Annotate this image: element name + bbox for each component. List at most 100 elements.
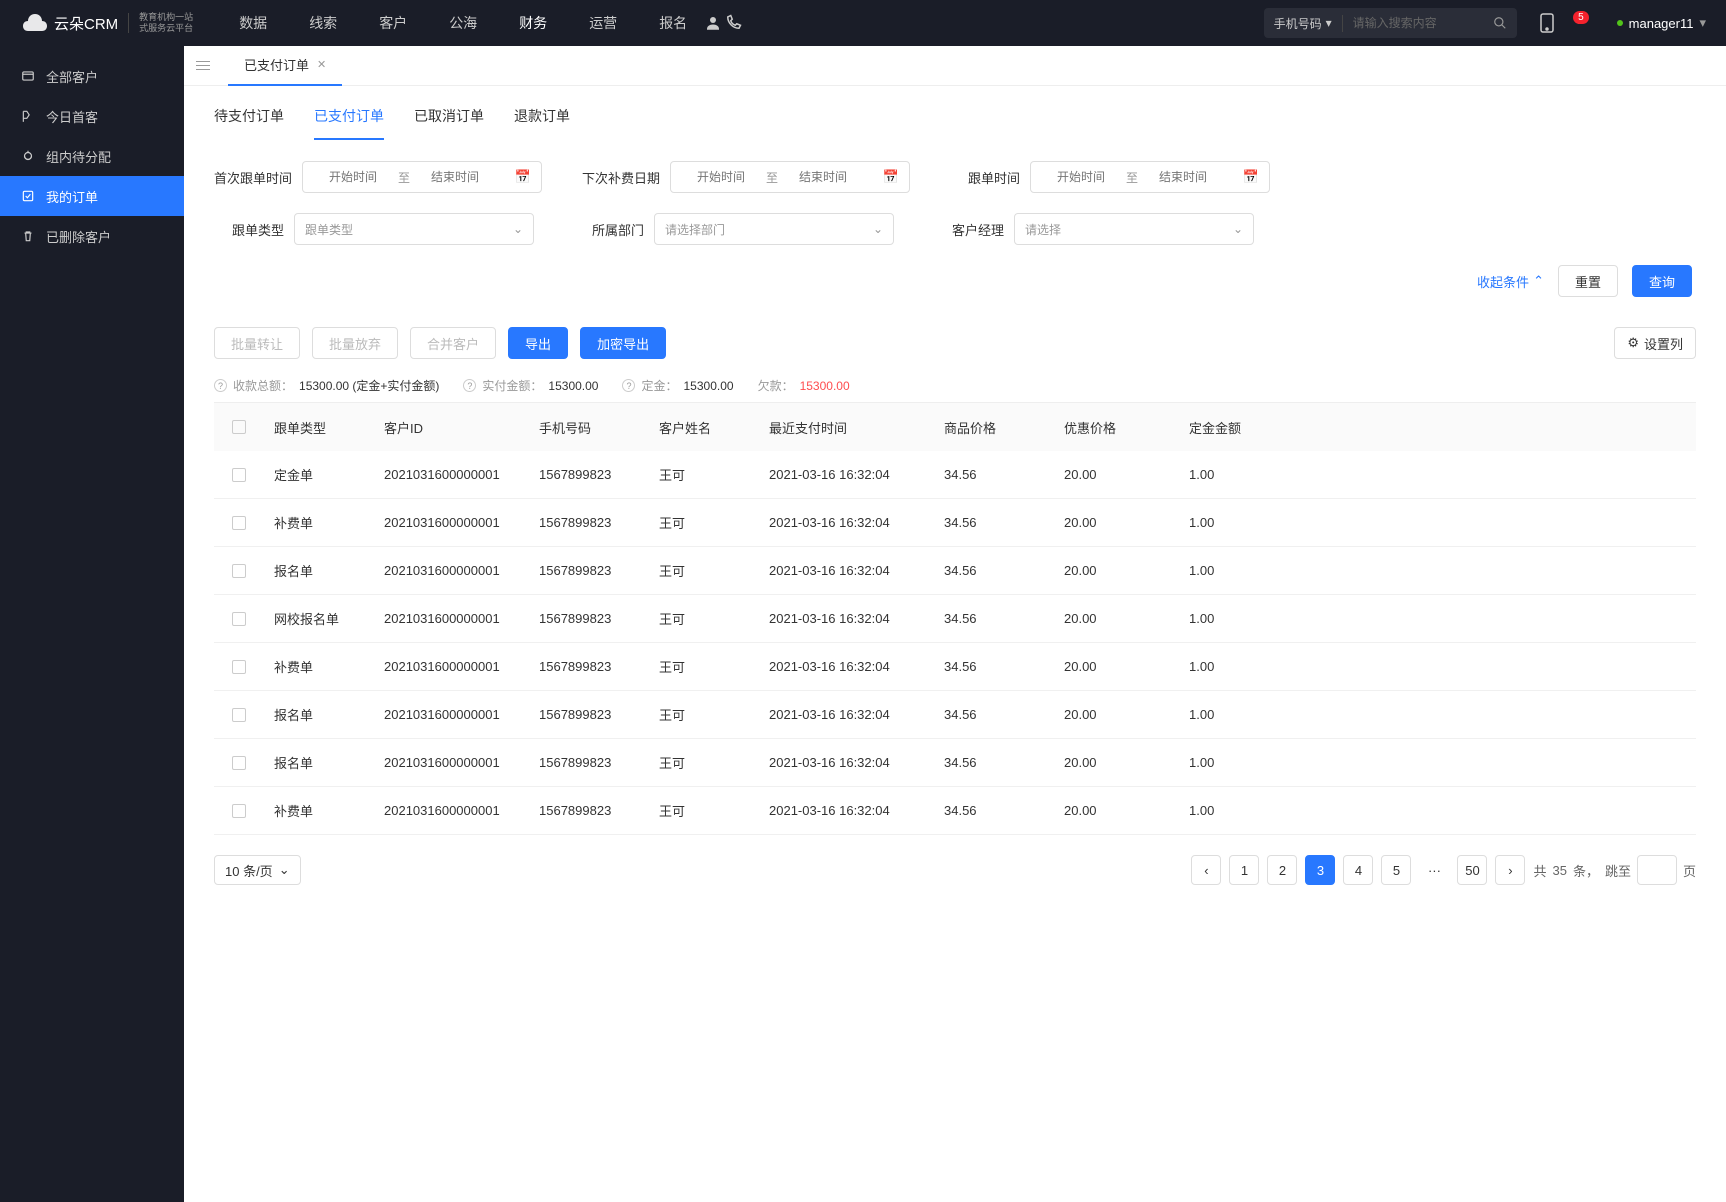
end-date-input[interactable] <box>415 170 495 184</box>
row-checkbox[interactable] <box>232 516 246 530</box>
page-button-3[interactable]: 3 <box>1305 855 1335 885</box>
mobile-icon[interactable] <box>1537 13 1557 33</box>
table-row[interactable]: 报名单20210316000000011567899823王可2021-03-1… <box>214 547 1696 595</box>
sidebar-item-3[interactable]: 我的订单 <box>0 176 184 216</box>
sub-tab-0[interactable]: 待支付订单 <box>214 106 284 140</box>
cell-price: 34.56 <box>944 803 1064 818</box>
collapse-filters-link[interactable]: 收起条件⌃ <box>1477 272 1544 291</box>
cell-price: 34.56 <box>944 755 1064 770</box>
sub-tab-3[interactable]: 退款订单 <box>514 106 570 140</box>
cell-time: 2021-03-16 16:32:04 <box>769 659 944 674</box>
row-checkbox[interactable] <box>232 660 246 674</box>
chevron-down-icon: ⌄ <box>873 222 883 236</box>
start-date-input[interactable] <box>1041 170 1121 184</box>
col-phone: 手机号码 <box>539 418 659 437</box>
sidebar-item-1[interactable]: 今日首客 <box>0 96 184 136</box>
start-date-input[interactable] <box>681 170 761 184</box>
nav-item-3[interactable]: 公海 <box>433 0 493 46</box>
search-type-select[interactable]: 手机号码▾ <box>1274 15 1343 32</box>
cell-name: 王可 <box>659 801 769 820</box>
row-checkbox[interactable] <box>232 708 246 722</box>
cell-price: 34.56 <box>944 611 1064 626</box>
table-row[interactable]: 定金单20210316000000011567899823王可2021-03-1… <box>214 451 1696 499</box>
table-row[interactable]: 报名单20210316000000011567899823王可2021-03-1… <box>214 739 1696 787</box>
user-icon[interactable] <box>703 13 723 33</box>
user-menu[interactable]: manager11▾ <box>1617 15 1706 31</box>
logo[interactable]: 云朵CRM 教育机构一站式服务云平台 <box>20 12 193 34</box>
info-icon: ? <box>214 379 227 392</box>
table-row[interactable]: 报名单20210316000000011567899823王可2021-03-1… <box>214 691 1696 739</box>
next-fee-date-range[interactable]: 至📅 <box>670 161 910 193</box>
select-all-checkbox[interactable] <box>232 420 246 434</box>
page-button-4[interactable]: 4 <box>1343 855 1373 885</box>
nav-item-6[interactable]: 报名 <box>643 0 703 46</box>
page-size-select[interactable]: 10 条/页⌄ <box>214 855 301 885</box>
row-checkbox[interactable] <box>232 804 246 818</box>
bell-icon[interactable]: 5 <box>1577 13 1597 33</box>
table-row[interactable]: 网校报名单20210316000000011567899823王可2021-03… <box>214 595 1696 643</box>
tab-paid-orders[interactable]: 已支付订单✕ <box>228 46 342 86</box>
row-checkbox[interactable] <box>232 564 246 578</box>
menu-toggle-icon[interactable] <box>196 56 216 76</box>
first-follow-date-range[interactable]: 至📅 <box>302 161 542 193</box>
follow-time-date-range[interactable]: 至📅 <box>1030 161 1270 193</box>
page-button-5[interactable]: 5 <box>1381 855 1411 885</box>
batch-abandon-button[interactable]: 批量放弃 <box>312 327 398 359</box>
cell-type: 补费单 <box>264 657 384 676</box>
total-count: 35 <box>1552 863 1566 878</box>
prev-page-button[interactable]: ‹ <box>1191 855 1221 885</box>
export-button[interactable]: 导出 <box>508 327 568 359</box>
sidebar-item-0[interactable]: 全部客户 <box>0 56 184 96</box>
page-last[interactable]: 50 <box>1457 855 1487 885</box>
batch-transfer-button[interactable]: 批量转让 <box>214 327 300 359</box>
cell-type: 报名单 <box>264 753 384 772</box>
sidebar-icon <box>20 68 36 84</box>
cell-time: 2021-03-16 16:32:04 <box>769 563 944 578</box>
cell-time: 2021-03-16 16:32:04 <box>769 755 944 770</box>
table-row[interactable]: 补费单20210316000000011567899823王可2021-03-1… <box>214 787 1696 835</box>
nav-item-2[interactable]: 客户 <box>363 0 423 46</box>
row-checkbox[interactable] <box>232 612 246 626</box>
cell-id: 2021031600000001 <box>384 563 539 578</box>
phone-icon[interactable] <box>723 13 743 33</box>
chevron-up-icon: ⌃ <box>1533 273 1544 289</box>
jump-page-input[interactable] <box>1637 855 1677 885</box>
row-checkbox[interactable] <box>232 756 246 770</box>
follow-type-select[interactable]: 跟单类型⌄ <box>294 213 534 245</box>
column-settings-button[interactable]: ⚙设置列 <box>1614 327 1696 359</box>
nav-item-1[interactable]: 线索 <box>293 0 353 46</box>
manager-select[interactable]: 请选择⌄ <box>1014 213 1254 245</box>
search-input[interactable] <box>1343 16 1493 30</box>
nav-item-0[interactable]: 数据 <box>223 0 283 46</box>
cell-discount: 20.00 <box>1064 515 1189 530</box>
table-row[interactable]: 补费单20210316000000011567899823王可2021-03-1… <box>214 643 1696 691</box>
row-checkbox[interactable] <box>232 468 246 482</box>
query-button[interactable]: 查询 <box>1632 265 1692 297</box>
sub-tab-1[interactable]: 已支付订单 <box>314 106 384 140</box>
next-page-button[interactable]: › <box>1495 855 1525 885</box>
end-date-input[interactable] <box>1143 170 1223 184</box>
search-icon[interactable] <box>1493 16 1507 30</box>
cell-id: 2021031600000001 <box>384 515 539 530</box>
encrypt-export-button[interactable]: 加密导出 <box>580 327 666 359</box>
sub-tab-2[interactable]: 已取消订单 <box>414 106 484 140</box>
page-button-1[interactable]: 1 <box>1229 855 1259 885</box>
col-price: 商品价格 <box>944 418 1064 437</box>
nav-item-4[interactable]: 财务 <box>503 0 563 46</box>
close-icon[interactable]: ✕ <box>317 58 326 71</box>
end-date-input[interactable] <box>783 170 863 184</box>
page-button-2[interactable]: 2 <box>1267 855 1297 885</box>
col-time: 最近支付时间 <box>769 418 944 437</box>
cell-time: 2021-03-16 16:32:04 <box>769 515 944 530</box>
start-date-input[interactable] <box>313 170 393 184</box>
dept-select[interactable]: 请选择部门⌄ <box>654 213 894 245</box>
nav-item-5[interactable]: 运营 <box>573 0 633 46</box>
merge-customer-button[interactable]: 合并客户 <box>410 327 496 359</box>
sidebar-item-2[interactable]: 组内待分配 <box>0 136 184 176</box>
username: manager11 <box>1629 16 1694 31</box>
reset-button[interactable]: 重置 <box>1558 265 1618 297</box>
sidebar-item-4[interactable]: 已删除客户 <box>0 216 184 256</box>
table-row[interactable]: 补费单20210316000000011567899823王可2021-03-1… <box>214 499 1696 547</box>
chevron-down-icon: ⌄ <box>279 862 290 878</box>
cell-discount: 20.00 <box>1064 563 1189 578</box>
